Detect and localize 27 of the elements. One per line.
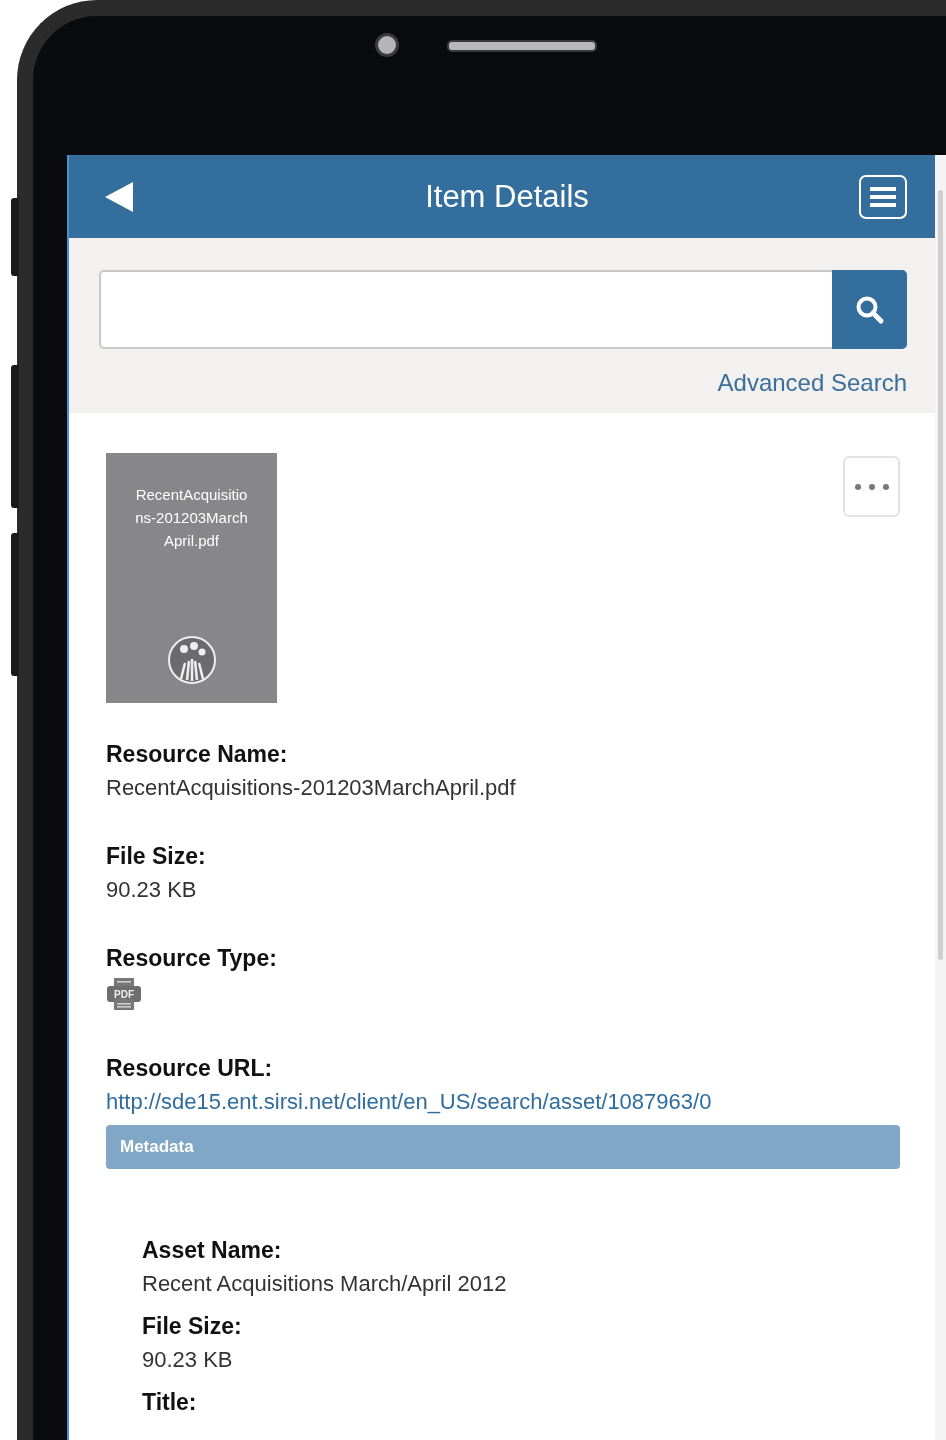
field-label: Resource URL: (106, 1054, 274, 1083)
search-button[interactable] (832, 270, 907, 349)
more-options-button[interactable] (843, 456, 900, 517)
advanced-search-link[interactable]: Advanced Search (717, 369, 907, 397)
page-title: Item Details (424, 178, 590, 215)
metadata-section-header[interactable]: Metadata (106, 1125, 900, 1169)
scrollbar[interactable] (935, 155, 946, 1440)
thumbnail-caption: RecentAcquisitions-201203MarchApril.pdf (134, 485, 249, 551)
field-label: Resource Name: (106, 740, 289, 769)
field-label: Title: (142, 1388, 198, 1417)
field-value: 90.23 KB (142, 1346, 234, 1374)
ellipsis-icon (853, 482, 890, 491)
field-label: Asset Name: (142, 1236, 283, 1265)
field-value: 90.23 KB (106, 876, 198, 904)
field-label: Resource Type: (106, 944, 278, 973)
people-logo-icon (166, 635, 217, 685)
resource-url-link[interactable]: http://sde15.ent.sirsi.net/client/en_US/search/asset/1087963/0 (106, 1085, 712, 1119)
camera-dot (375, 33, 399, 57)
field-label: File Size: (142, 1312, 243, 1341)
field-label: File Size: (106, 842, 207, 871)
search-field[interactable] (99, 270, 832, 349)
menu-button[interactable] (859, 174, 907, 219)
menu-icon (870, 185, 896, 208)
field-value: RecentAcquisitions-201203MarchApril.pdf (106, 774, 517, 802)
back-icon[interactable] (103, 180, 135, 213)
field-value: Recent Acquisitions March/April 2012 (142, 1270, 508, 1298)
search-icon (854, 294, 885, 325)
